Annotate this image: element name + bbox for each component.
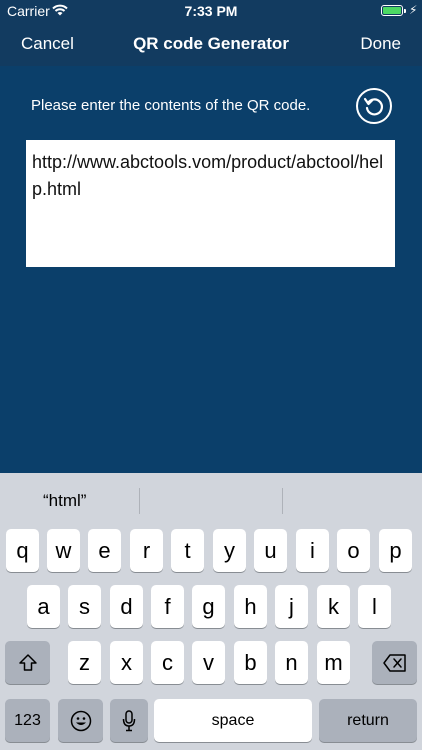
navigation-bar: Cancel QR code Generator Done: [0, 22, 422, 66]
shift-icon: [18, 653, 37, 671]
input-prompt: Please enter the contents of the QR code…: [31, 97, 311, 114]
key-w[interactable]: w: [47, 529, 80, 572]
key-o[interactable]: o: [337, 529, 370, 572]
dictation-key[interactable]: [110, 699, 148, 742]
backspace-icon: [382, 653, 406, 672]
key-n[interactable]: n: [275, 641, 308, 684]
key-e[interactable]: e: [88, 529, 121, 572]
key-s[interactable]: s: [68, 585, 101, 628]
key-i[interactable]: i: [296, 529, 329, 572]
status-bar: Carrier 7:33 PM ⚡︎: [0, 0, 422, 22]
key-g[interactable]: g: [192, 585, 225, 628]
suggestion-divider: [282, 488, 283, 514]
suggestion-1[interactable]: “html”: [43, 491, 86, 511]
emoji-key[interactable]: [58, 699, 103, 742]
microphone-icon: [122, 709, 136, 731]
key-v[interactable]: v: [192, 641, 225, 684]
key-z[interactable]: z: [68, 641, 101, 684]
key-h[interactable]: h: [234, 585, 267, 628]
suggestion-divider: [139, 488, 140, 514]
key-t[interactable]: t: [171, 529, 204, 572]
key-f[interactable]: f: [151, 585, 184, 628]
key-l[interactable]: l: [358, 585, 391, 628]
key-k[interactable]: k: [317, 585, 350, 628]
keyboard: “html” q w e r t y u i o p a s d f g h j…: [0, 473, 422, 750]
key-x[interactable]: x: [110, 641, 143, 684]
emoji-icon: [70, 710, 91, 731]
key-b[interactable]: b: [234, 641, 267, 684]
key-r[interactable]: r: [130, 529, 163, 572]
key-c[interactable]: c: [151, 641, 184, 684]
key-u[interactable]: u: [254, 529, 287, 572]
numbers-key[interactable]: 123: [5, 699, 50, 742]
page-title: QR code Generator: [133, 34, 289, 53]
key-d[interactable]: d: [110, 585, 143, 628]
return-key[interactable]: return: [319, 699, 417, 742]
reset-icon: [363, 97, 384, 116]
suggestion-bar: “html”: [0, 473, 422, 527]
key-y[interactable]: y: [213, 529, 246, 572]
key-a[interactable]: a: [27, 585, 60, 628]
charging-icon: ⚡︎: [409, 3, 418, 17]
key-m[interactable]: m: [317, 641, 350, 684]
shift-key[interactable]: [5, 641, 50, 684]
key-q[interactable]: q: [6, 529, 39, 572]
reset-button[interactable]: [356, 88, 392, 124]
key-p[interactable]: p: [379, 529, 412, 572]
qr-content-input[interactable]: http://www.abctools.vom/product/abctool/…: [26, 140, 395, 267]
battery-icon: [381, 5, 406, 16]
space-key[interactable]: space: [154, 699, 312, 742]
status-time: 7:33 PM: [184, 3, 238, 19]
key-j[interactable]: j: [275, 585, 308, 628]
done-button[interactable]: Done: [360, 34, 401, 54]
delete-key[interactable]: [372, 641, 417, 684]
